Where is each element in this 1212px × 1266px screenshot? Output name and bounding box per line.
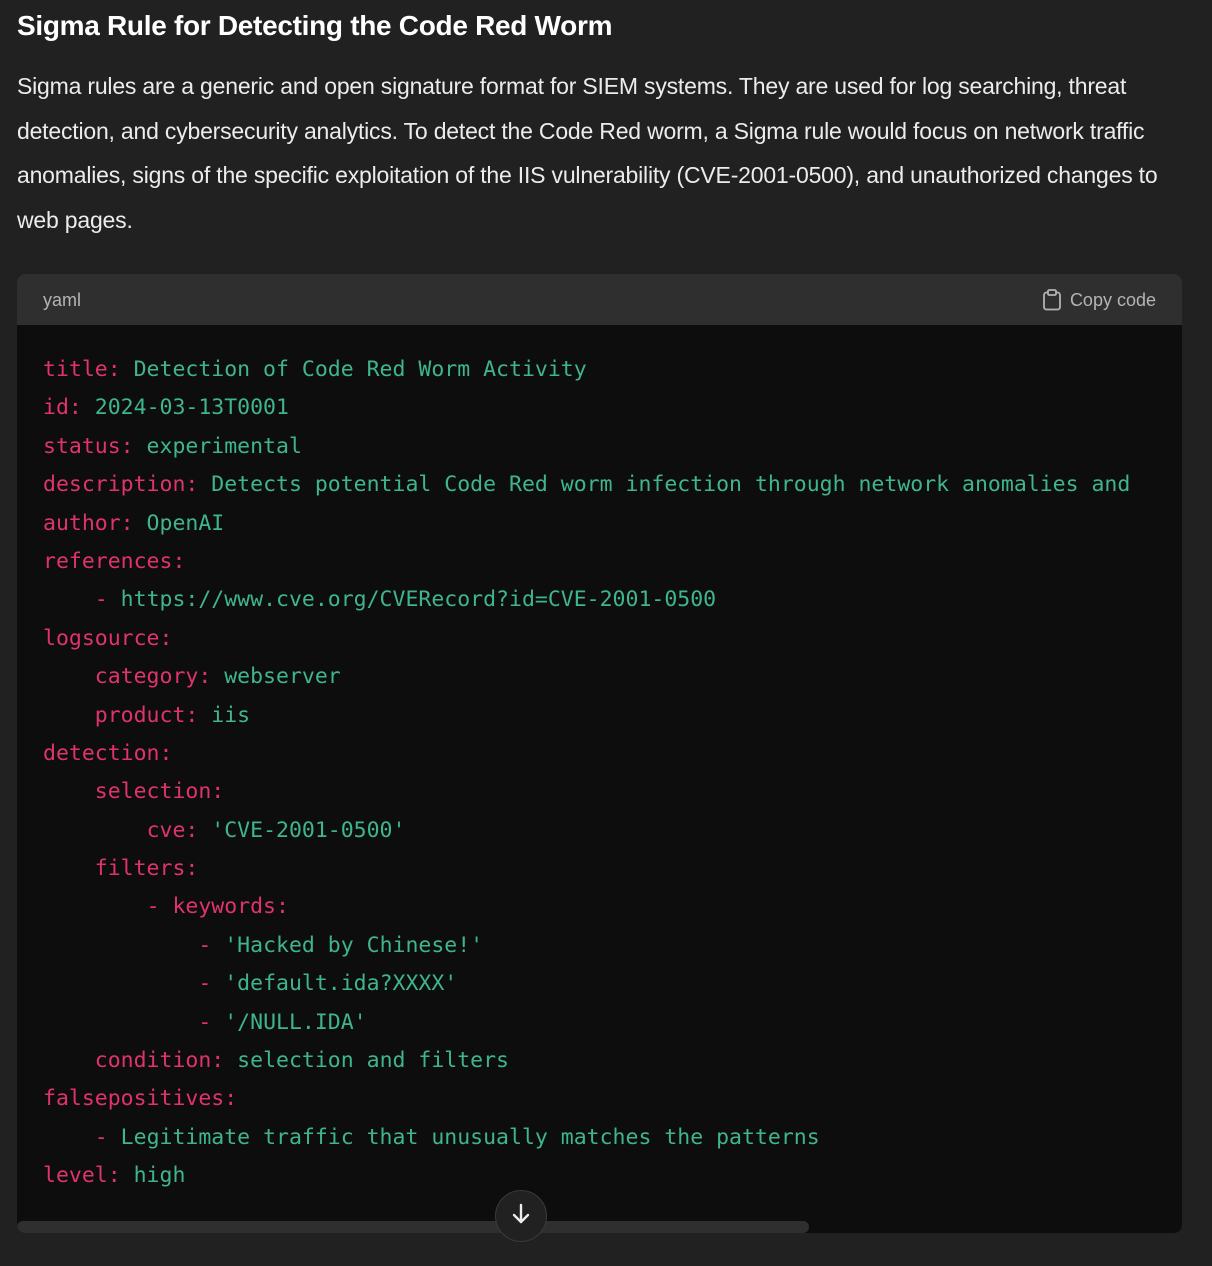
code-line: references:	[43, 543, 1182, 581]
yaml-key: selection:	[94, 779, 225, 805]
yaml-value: high	[120, 1163, 186, 1189]
code-language-label: yaml	[43, 290, 82, 310]
code-line: - keywords:	[43, 888, 1182, 926]
yaml-key: -	[94, 587, 108, 613]
horizontal-scrollbar[interactable]	[17, 1221, 1182, 1233]
yaml-value: iis	[198, 702, 251, 728]
code-line: falsepositives:	[43, 1080, 1182, 1118]
code-line: - Legitimate traffic that unusually matc…	[43, 1119, 1182, 1157]
yaml-key: -	[198, 971, 212, 997]
code-line: level: high	[43, 1157, 1182, 1195]
yaml-value: selection and filters	[224, 1048, 510, 1074]
yaml-key: author:	[43, 510, 134, 536]
yaml-key: -	[198, 932, 212, 958]
yaml-key: category:	[94, 664, 212, 690]
code-line: - 'Hacked by Chinese!'	[43, 927, 1182, 965]
code-line: selection:	[43, 773, 1182, 811]
response-paragraph: Sigma rules are a generic and open signa…	[17, 73, 1158, 233]
code-line: description: Detects potential Code Red …	[43, 466, 1182, 504]
code-line: filters:	[43, 850, 1182, 888]
yaml-key: filters:	[94, 856, 199, 882]
code-line: - 'default.ida?XXXX'	[43, 965, 1182, 1003]
code-block: yaml Copy code title: Detection of Code …	[17, 274, 1182, 1233]
yaml-key: status:	[43, 433, 134, 459]
yaml-value: '/NULL.IDA'	[211, 1009, 367, 1035]
yaml-key: title:	[43, 357, 121, 382]
code-line: product: iis	[43, 697, 1182, 735]
yaml-value: 'Hacked by Chinese!'	[211, 932, 484, 958]
code-block-header: yaml Copy code	[17, 274, 1182, 325]
yaml-key: level:	[43, 1163, 121, 1189]
yaml-key: -	[94, 1124, 108, 1150]
code-line: detection:	[43, 735, 1182, 773]
copy-code-label: Copy code	[1069, 289, 1156, 310]
yaml-value: webserver	[211, 664, 341, 690]
yaml-value: https://www.cve.org/CVERecord?id=CVE-200…	[107, 587, 717, 613]
yaml-key: references:	[43, 548, 186, 574]
yaml-value: Legitimate traffic that unusually matche…	[107, 1124, 820, 1150]
yaml-key: - keywords:	[146, 894, 289, 920]
yaml-key: cve:	[146, 817, 199, 843]
code-line: cve: 'CVE-2001-0500'	[43, 812, 1182, 850]
yaml-value: experimental	[133, 433, 302, 459]
code-line: condition: selection and filters	[43, 1042, 1182, 1080]
scrollbar-thumb[interactable]	[17, 1221, 810, 1233]
yaml-key: product:	[94, 702, 199, 728]
yaml-value: OpenAI	[133, 510, 225, 536]
code-line: - '/NULL.IDA'	[43, 1004, 1182, 1042]
yaml-value: Detects potential Code Red worm infectio…	[198, 472, 1131, 498]
yaml-key: condition:	[94, 1048, 225, 1074]
clipboard-icon	[1042, 289, 1062, 311]
response-heading: Sigma Rule for Detecting the Code Red Wo…	[17, 10, 613, 41]
yaml-key: logsource:	[43, 625, 173, 651]
copy-code-button[interactable]: Copy code	[1042, 287, 1156, 313]
yaml-value: Detection of Code Red Worm Activity	[120, 357, 587, 382]
yaml-key: falsepositives:	[43, 1086, 238, 1112]
code-line: author: OpenAI	[43, 505, 1182, 543]
yaml-value: 2024-03-13T0001	[81, 395, 289, 421]
yaml-value: 'default.ida?XXXX'	[211, 971, 458, 997]
code-line: title: Detection of Code Red Worm Activi…	[43, 351, 1182, 389]
yaml-value: 'CVE-2001-0500'	[198, 817, 406, 843]
yaml-key: -	[198, 1009, 212, 1035]
yaml-key: id:	[43, 395, 82, 421]
code-content[interactable]: title: Detection of Code Red Worm Activi…	[43, 351, 1182, 1196]
code-line: - https://www.cve.org/CVERecord?id=CVE-2…	[43, 581, 1182, 619]
scroll-to-bottom-button[interactable]	[495, 1190, 547, 1242]
yaml-key: detection:	[43, 740, 173, 766]
code-line: status: experimental	[43, 428, 1182, 466]
arrow-down-icon	[510, 1202, 532, 1231]
code-line: category: webserver	[43, 658, 1182, 696]
code-line: logsource:	[43, 620, 1182, 658]
yaml-key: description:	[43, 472, 199, 498]
code-line: id: 2024-03-13T0001	[43, 389, 1182, 427]
